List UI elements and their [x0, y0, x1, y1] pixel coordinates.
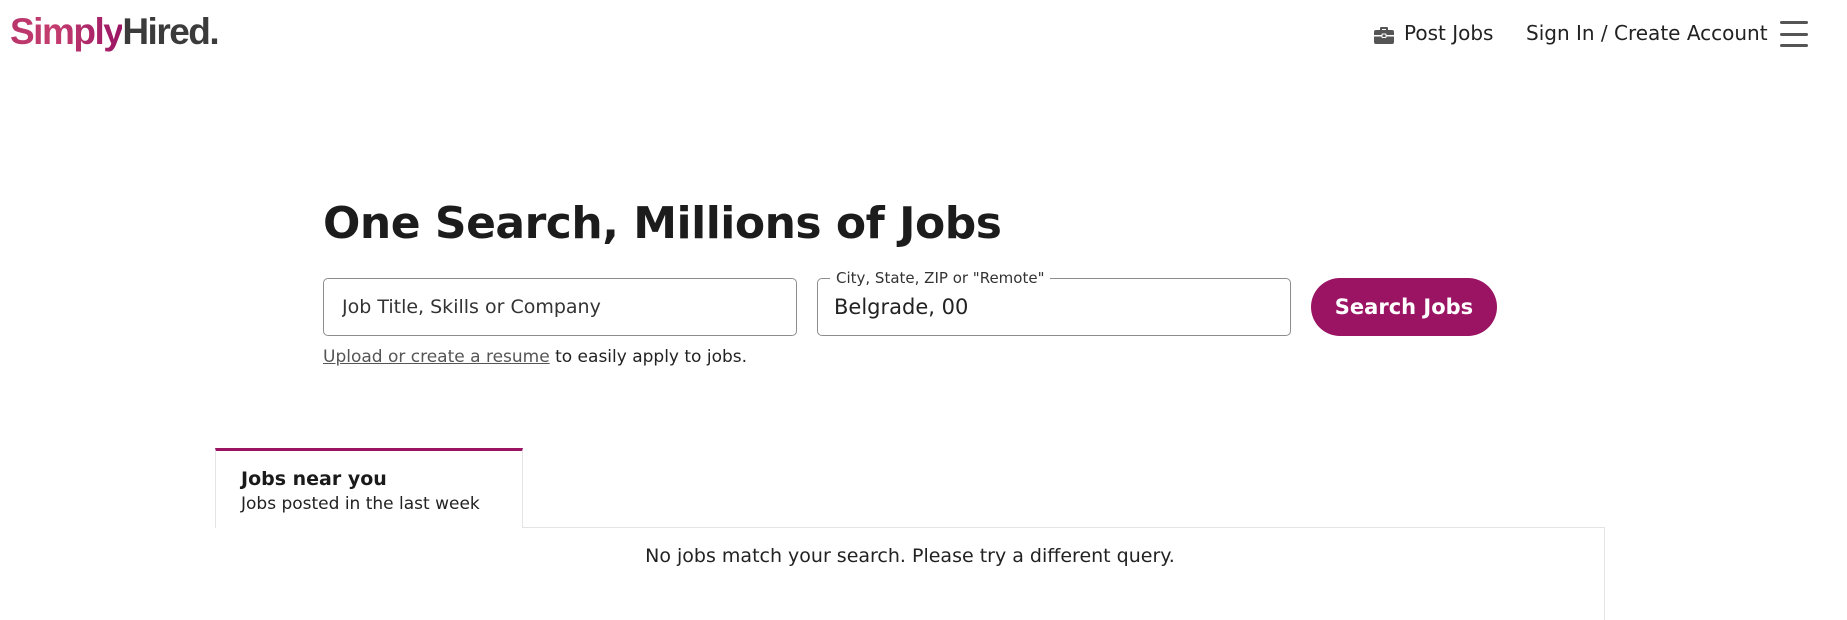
menu-bar	[1780, 32, 1808, 36]
resume-prompt: Upload or create a resume to easily appl…	[323, 345, 747, 369]
tab-jobs-near-you[interactable]: Jobs near you Jobs posted in the last we…	[215, 448, 523, 528]
hamburger-menu-icon[interactable]	[1780, 21, 1808, 47]
briefcase-icon	[1374, 24, 1394, 44]
resume-prompt-text: to easily apply to jobs.	[549, 347, 748, 367]
tab-subtitle: Jobs posted in the last week	[241, 494, 480, 514]
location-label: City, State, ZIP or "Remote"	[830, 268, 1051, 288]
upload-resume-link[interactable]: Upload or create a resume	[323, 347, 550, 367]
search-jobs-button[interactable]: Search Jobs	[1311, 278, 1497, 336]
post-jobs-link[interactable]: Post Jobs	[1374, 20, 1493, 46]
sign-in-link[interactable]: Sign In / Create Account	[1526, 20, 1768, 46]
post-jobs-label: Post Jobs	[1404, 21, 1494, 45]
logo-dot: .	[209, 11, 219, 52]
page-title: One Search, Millions of Jobs	[323, 198, 1002, 249]
empty-results-message: No jobs match your search. Please try a …	[645, 545, 1175, 567]
logo-simply: Simply	[10, 11, 124, 52]
tab-divider-cover	[216, 526, 522, 529]
job-search-field	[323, 278, 797, 336]
logo-hired: Hired	[122, 11, 211, 52]
jobs-panel	[215, 527, 1605, 620]
job-title-input[interactable]	[324, 279, 796, 335]
tab-title: Jobs near you	[241, 468, 387, 490]
menu-bar	[1780, 44, 1808, 47]
location-field: City, State, ZIP or "Remote"	[817, 268, 1291, 336]
menu-bar	[1780, 21, 1808, 24]
simplyhired-logo[interactable]: SimplyHired.	[10, 10, 220, 54]
page: SimplyHired. Post Jobs Sign In / Create …	[0, 0, 1847, 620]
